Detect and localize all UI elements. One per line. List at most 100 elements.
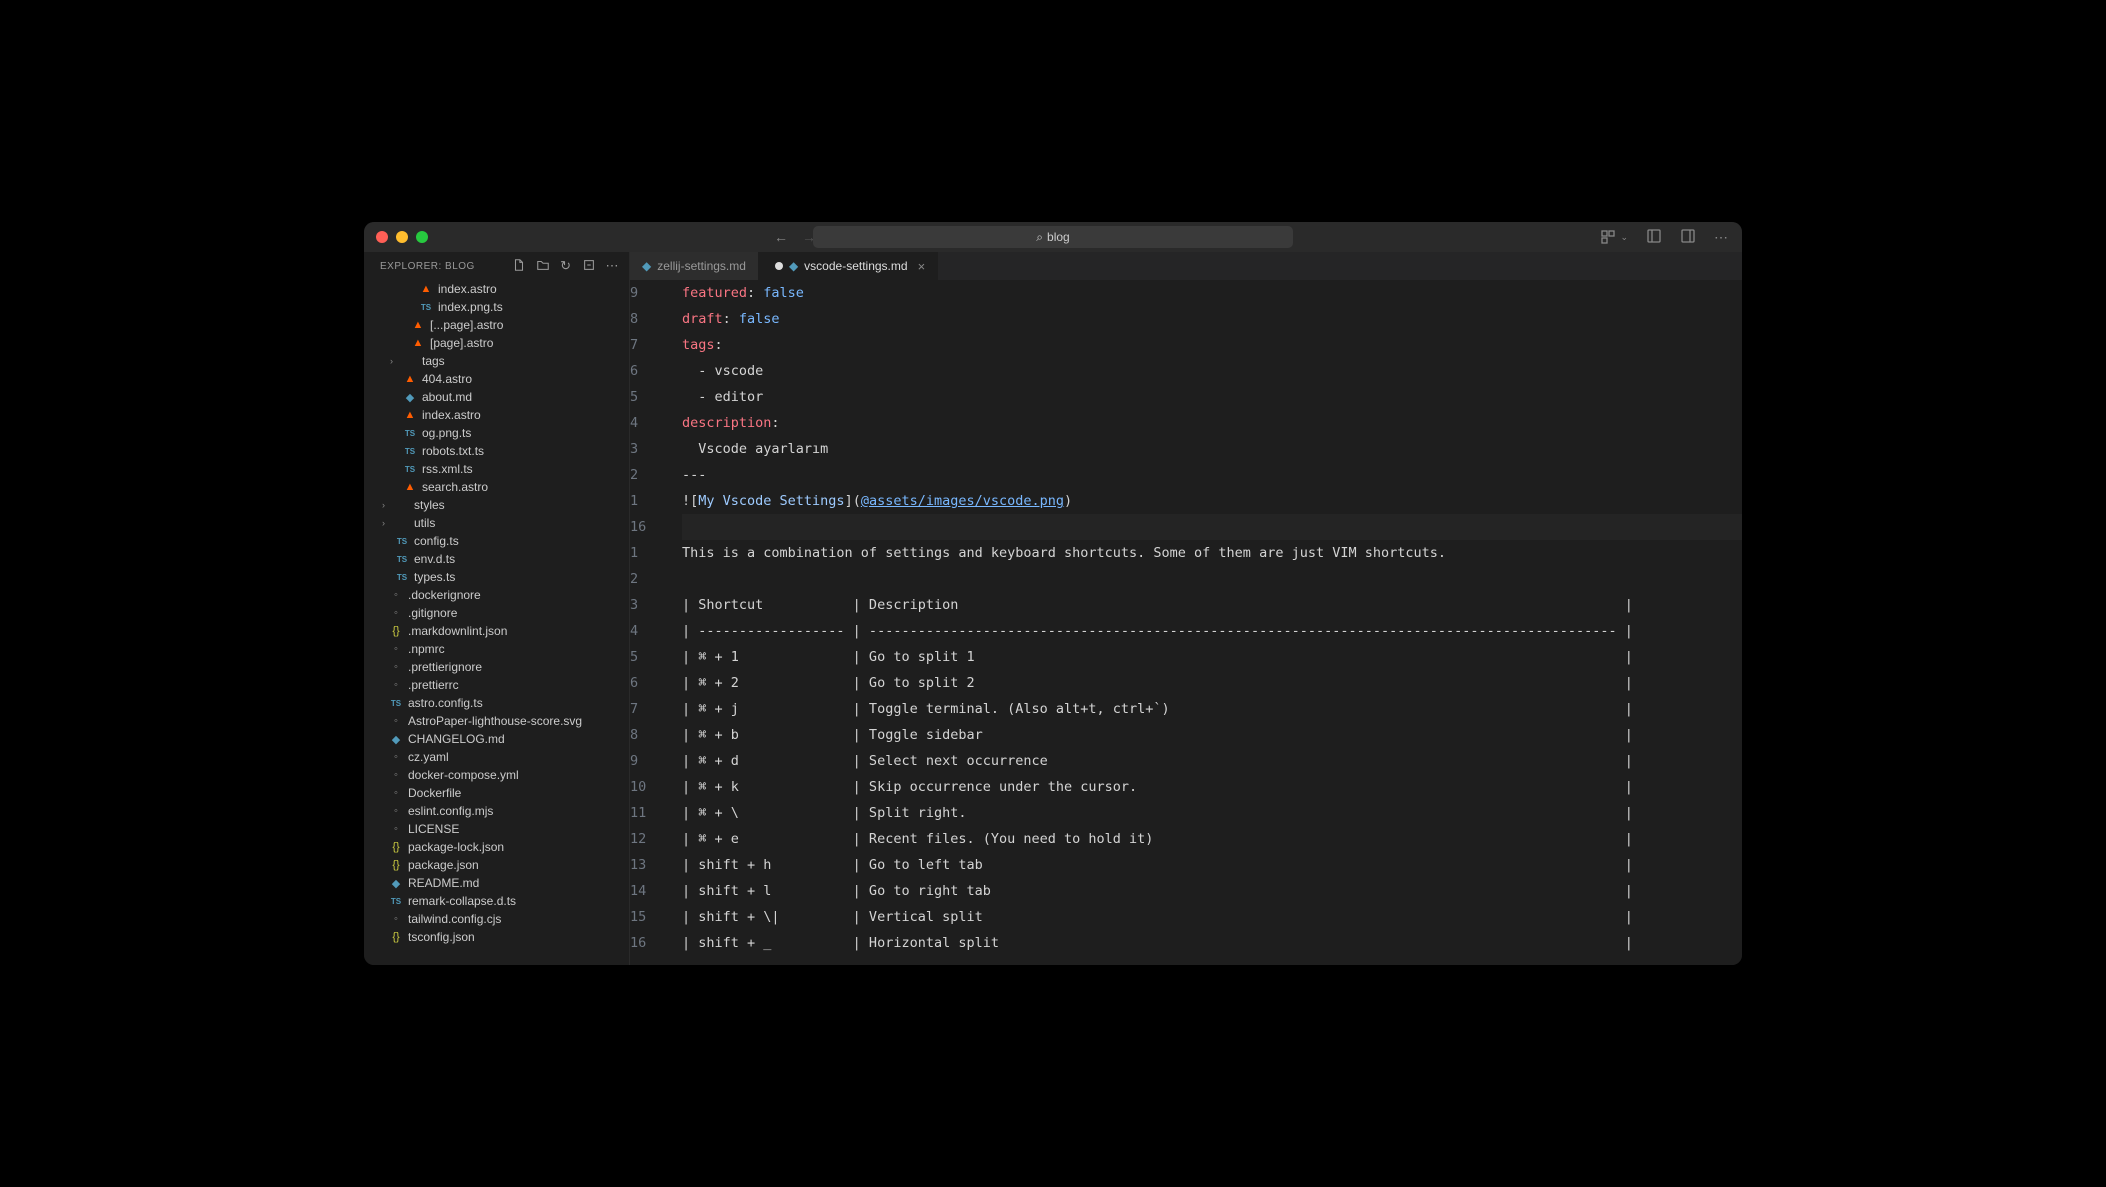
collapse-icon[interactable] [582,258,596,275]
file-label: docker-compose.yml [408,768,519,782]
file-item[interactable]: TSog.png.ts [364,424,629,442]
file-item[interactable]: ◦Dockerfile [364,784,629,802]
file-item[interactable]: TSrss.xml.ts [364,460,629,478]
file-item[interactable]: ▲[...page].astro [364,316,629,334]
file-label: env.d.ts [414,552,455,566]
file-item[interactable]: ▲[page].astro [364,334,629,352]
file-label: [page].astro [430,336,493,350]
code-line: featured: false [682,280,1742,306]
line-gutter: 9876543211612345678910111213141516 [630,280,682,965]
file-label: styles [414,498,445,512]
code-line: | ⌘ + 1 | Go to split 1 | [682,644,1742,670]
file-item[interactable]: ◦.npmrc [364,640,629,658]
code-line: | ⌘ + k | Skip occurrence under the curs… [682,774,1742,800]
layout-panel-icon[interactable] [1680,228,1696,247]
tab-bar: ◆zellij-settings.md◆vscode-settings.md× [630,252,1742,280]
file-item[interactable]: ◦.dockerignore [364,586,629,604]
file-label: index.png.ts [438,300,503,314]
more-icon[interactable]: ⋯ [1714,229,1728,246]
code-line: This is a combination of settings and ke… [682,540,1742,566]
file-item[interactable]: ◦cz.yaml [364,748,629,766]
explorer-sidebar: EXPLORER: BLOG ↻ ⋯ ▲index.astroTSindex.p… [364,252,630,965]
file-label: eslint.config.mjs [408,804,493,818]
code-editor[interactable]: 9876543211612345678910111213141516 featu… [630,280,1742,965]
file-label: remark-collapse.d.ts [408,894,516,908]
layout-sidebar-icon[interactable] [1646,228,1662,247]
explorer-header: EXPLORER: BLOG ↻ ⋯ [364,252,629,280]
tab-label: vscode-settings.md [804,259,907,273]
explorer-actions: ↻ ⋯ [512,258,619,275]
file-tree[interactable]: ▲index.astroTSindex.png.ts▲[...page].ast… [364,280,629,965]
file-item[interactable]: TSconfig.ts [364,532,629,550]
file-item[interactable]: TSindex.png.ts [364,298,629,316]
file-item[interactable]: {}package.json [364,856,629,874]
file-label: Dockerfile [408,786,461,800]
code-line: | Shortcut | Description | [682,592,1742,618]
more-actions-icon[interactable]: ⋯ [606,258,620,275]
code-line: --- [682,462,1742,488]
file-item[interactable]: ◆CHANGELOG.md [364,730,629,748]
file-label: [...page].astro [430,318,503,332]
file-label: package.json [408,858,479,872]
file-item[interactable]: TSrobots.txt.ts [364,442,629,460]
maximize-button[interactable] [416,231,428,243]
command-center[interactable]: ⌕ blog [813,226,1293,248]
code-content[interactable]: featured: falsedraft: falsetags: - vscod… [682,280,1742,965]
file-item[interactable]: TSenv.d.ts [364,550,629,568]
back-icon[interactable]: ← [774,229,788,245]
file-item[interactable]: ◦.prettierignore [364,658,629,676]
file-label: rss.xml.ts [422,462,473,476]
tab[interactable]: ◆zellij-settings.md [630,252,759,280]
editor-area: ◆zellij-settings.md◆vscode-settings.md× … [630,252,1742,965]
file-label: about.md [422,390,472,404]
code-line: | ⌘ + b | Toggle sidebar | [682,722,1742,748]
file-item[interactable]: ◦eslint.config.mjs [364,802,629,820]
code-line: | ⌘ + \ | Split right. | [682,800,1742,826]
extensions-icon[interactable]: ⌄ [1600,229,1628,245]
code-line: | shift + h | Go to left tab | [682,852,1742,878]
titlebar: ← → ⌕ blog ⌄ ⋯ [364,222,1742,252]
nav-arrows: ← → [774,229,816,245]
explorer-title: EXPLORER: BLOG [380,261,475,272]
file-item[interactable]: ▲index.astro [364,280,629,298]
file-item[interactable]: TSremark-collapse.d.ts [364,892,629,910]
file-label: types.ts [414,570,455,584]
file-item[interactable]: ◆README.md [364,874,629,892]
minimize-button[interactable] [396,231,408,243]
file-item[interactable]: TStypes.ts [364,568,629,586]
file-label: robots.txt.ts [422,444,484,458]
new-folder-icon[interactable] [536,258,550,275]
file-item[interactable]: {}package-lock.json [364,838,629,856]
file-item[interactable]: ◦tailwind.config.cjs [364,910,629,928]
tab[interactable]: ◆vscode-settings.md× [759,252,938,280]
code-line: | shift + _ | Horizontal split | [682,930,1742,956]
file-item[interactable]: ◦docker-compose.yml [364,766,629,784]
close-button[interactable] [376,231,388,243]
titlebar-actions: ⌄ ⋯ [1600,228,1728,247]
file-item[interactable]: ▲404.astro [364,370,629,388]
file-label: .npmrc [408,642,445,656]
file-label: LICENSE [408,822,459,836]
file-label: og.png.ts [422,426,471,440]
file-item[interactable]: ◆about.md [364,388,629,406]
code-line: | shift + \| | Vertical split | [682,904,1742,930]
refresh-icon[interactable]: ↻ [560,258,571,275]
code-line [682,566,1742,592]
file-item[interactable]: ›tags [364,352,629,370]
file-item[interactable]: TSastro.config.ts [364,694,629,712]
file-item[interactable]: {}.markdownlint.json [364,622,629,640]
file-label: index.astro [438,282,497,296]
file-item[interactable]: {}tsconfig.json [364,928,629,946]
code-line: | ⌘ + j | Toggle terminal. (Also alt+t, … [682,696,1742,722]
close-icon[interactable]: × [918,259,926,274]
file-item[interactable]: ◦.gitignore [364,604,629,622]
file-item[interactable]: ›styles [364,496,629,514]
file-item[interactable]: ▲search.astro [364,478,629,496]
file-item[interactable]: ◦.prettierrc [364,676,629,694]
file-label: package-lock.json [408,840,504,854]
file-item[interactable]: ›utils [364,514,629,532]
file-item[interactable]: ◦AstroPaper-lighthouse-score.svg [364,712,629,730]
file-item[interactable]: ◦LICENSE [364,820,629,838]
file-item[interactable]: ▲index.astro [364,406,629,424]
new-file-icon[interactable] [512,258,526,275]
